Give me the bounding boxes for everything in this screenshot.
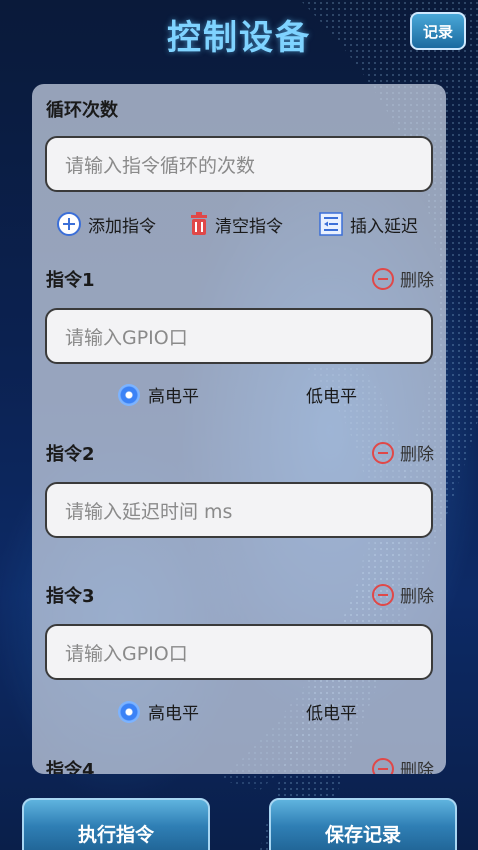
save-record-button[interactable]: 保存记录	[269, 798, 457, 850]
clear-commands-button[interactable]: 清空指令	[189, 211, 283, 237]
plus-circle-icon	[56, 211, 82, 237]
insert-delay-button[interactable]: 插入延迟	[318, 211, 418, 237]
command-3-low-label: 低电平	[306, 704, 357, 724]
execute-commands-button[interactable]: 执行指令	[22, 798, 210, 850]
minus-circle-icon	[372, 267, 394, 290]
insert-delay-label: 插入延迟	[350, 216, 418, 237]
command-2-delete-button[interactable]: 删除	[372, 440, 434, 465]
command-2-title: 指令2	[46, 444, 95, 465]
command-4-title: 指令4	[46, 760, 95, 774]
loop-count-input[interactable]: 请输入指令循环的次数	[45, 136, 433, 192]
add-command-button[interactable]: 添加指令	[56, 211, 156, 237]
command-3-gpio-input[interactable]: 请输入GPIO口	[45, 624, 433, 680]
trash-icon	[189, 211, 209, 237]
command-1-delete-button[interactable]: 删除	[372, 266, 434, 291]
record-button[interactable]: 记录	[410, 12, 466, 50]
command-1-delete-label: 删除	[400, 271, 434, 291]
command-3-gpio-placeholder: 请输入GPIO口	[65, 642, 188, 665]
loop-count-placeholder: 请输入指令循环的次数	[65, 154, 256, 177]
command-3-delete-label: 删除	[400, 587, 434, 607]
command-2-delay-placeholder: 请输入延迟时间 ms	[65, 500, 233, 523]
command-1-title: 指令1	[46, 270, 95, 291]
command-3-level-group: 高电平 低电平	[32, 699, 446, 729]
command-1-gpio-input[interactable]: 请输入GPIO口	[45, 308, 433, 364]
minus-circle-icon	[372, 757, 394, 774]
command-1-level-group: 高电平 低电平	[32, 382, 446, 412]
command-1-gpio-placeholder: 请输入GPIO口	[65, 326, 188, 349]
command-2-delay-input[interactable]: 请输入延迟时间 ms	[45, 482, 433, 538]
command-1-high-label: 高电平	[148, 387, 199, 407]
page-title: 控制设备	[167, 18, 311, 58]
command-2-delete-label: 删除	[400, 445, 434, 465]
minus-circle-icon	[372, 441, 394, 464]
command-3-title: 指令3	[46, 586, 95, 607]
clear-commands-label: 清空指令	[215, 216, 283, 237]
add-command-label: 添加指令	[88, 216, 156, 237]
radio-selected-icon	[118, 700, 140, 723]
minus-circle-icon	[372, 583, 394, 606]
command-3-high-label: 高电平	[148, 704, 199, 724]
command-3-high-radio[interactable]: 高电平	[118, 699, 199, 724]
command-1-high-radio[interactable]: 高电平	[118, 382, 199, 407]
command-3-low-radio[interactable]: 低电平	[306, 699, 357, 724]
command-1-low-radio[interactable]: 低电平	[306, 382, 357, 407]
command-1-low-label: 低电平	[306, 387, 357, 407]
radio-selected-icon	[118, 383, 140, 406]
command-4-delete-button[interactable]: 删除	[372, 756, 434, 774]
loop-count-label: 循环次数	[46, 100, 118, 121]
command-4-delete-label: 删除	[400, 761, 434, 774]
command-3-delete-button[interactable]: 删除	[372, 582, 434, 607]
insert-indent-icon	[318, 211, 344, 237]
command-panel[interactable]: 循环次数 请输入指令循环的次数 添加指令 清空指令 插入延迟 指令1 删除 请输…	[32, 84, 446, 774]
